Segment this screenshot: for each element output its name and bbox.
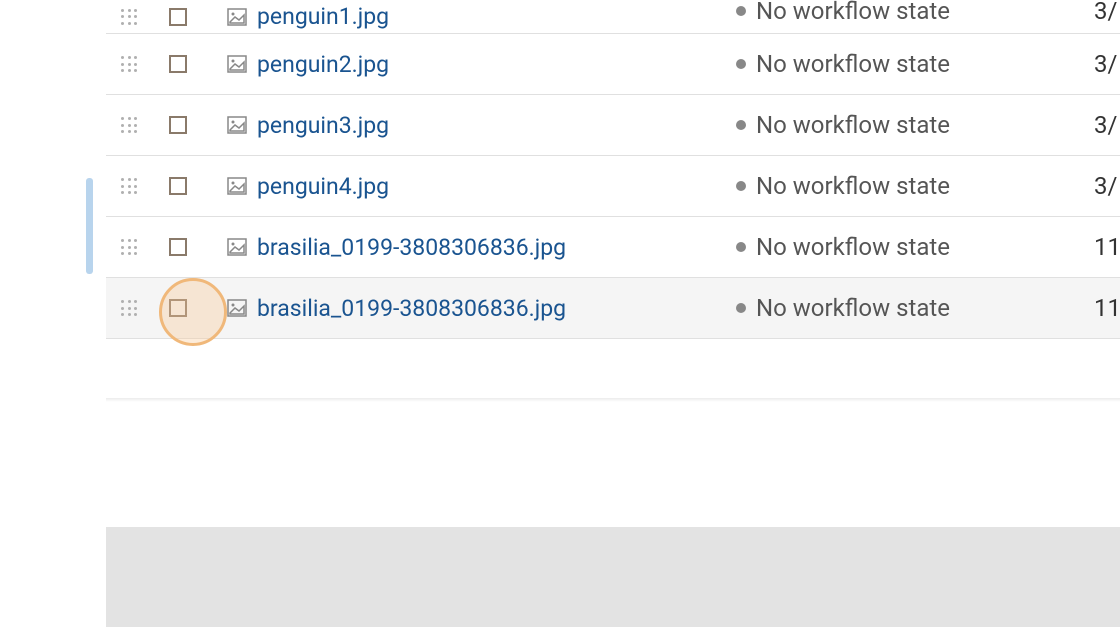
filename-link[interactable]: brasilia_0199-3808306836.jpg	[257, 295, 1120, 322]
table-row[interactable]: brasilia_0199-3808306836.jpg No workflow…	[106, 278, 1120, 339]
date-cell: 3/	[1094, 172, 1117, 200]
workflow-cell: No workflow state	[736, 172, 950, 200]
filename-link[interactable]: penguin1.jpg	[257, 3, 1120, 30]
workflow-cell: No workflow state	[736, 0, 950, 25]
row-checkbox[interactable]	[169, 177, 187, 195]
workflow-status-dot-icon	[736, 59, 746, 69]
table-row[interactable]: penguin2.jpg No workflow state 3/	[106, 34, 1120, 95]
date-cell: 11	[1094, 294, 1120, 322]
row-checkbox[interactable]	[169, 116, 187, 134]
row-checkbox[interactable]	[169, 55, 187, 73]
drag-handle-icon[interactable]	[121, 178, 137, 194]
workflow-status-text: No workflow state	[756, 233, 950, 261]
drag-handle-icon[interactable]	[121, 239, 137, 255]
date-cell: 3/	[1094, 50, 1117, 78]
drag-handle-icon[interactable]	[121, 117, 137, 133]
table-row[interactable]: brasilia_0199-3808306836.jpg No workflow…	[106, 217, 1120, 278]
row-checkbox[interactable]	[169, 8, 187, 26]
date-cell: 3/	[1094, 0, 1117, 25]
workflow-status-dot-icon	[736, 181, 746, 191]
workflow-status-dot-icon	[736, 6, 746, 16]
workflow-status-dot-icon	[736, 120, 746, 130]
image-file-icon	[227, 116, 247, 134]
footer-bar	[106, 527, 1120, 627]
file-table: penguin1.jpg No workflow state 3/ pengui…	[106, 0, 1120, 339]
image-file-icon	[227, 238, 247, 256]
workflow-cell: No workflow state	[736, 50, 950, 78]
row-checkbox[interactable]	[169, 299, 187, 317]
filename-link[interactable]: brasilia_0199-3808306836.jpg	[257, 234, 1120, 261]
workflow-cell: No workflow state	[736, 233, 950, 261]
workflow-status-text: No workflow state	[756, 111, 950, 139]
workflow-status-text: No workflow state	[756, 0, 950, 25]
workflow-cell: No workflow state	[736, 111, 950, 139]
image-file-icon	[227, 8, 247, 26]
workflow-status-text: No workflow state	[756, 172, 950, 200]
drag-handle-icon[interactable]	[121, 56, 137, 72]
drag-handle-icon[interactable]	[121, 300, 137, 316]
date-cell: 3/	[1094, 111, 1117, 139]
image-file-icon	[227, 299, 247, 317]
workflow-cell: No workflow state	[736, 294, 950, 322]
image-file-icon	[227, 55, 247, 73]
table-bottom-shadow	[106, 398, 1120, 402]
workflow-status-dot-icon	[736, 242, 746, 252]
image-file-icon	[227, 177, 247, 195]
workflow-status-dot-icon	[736, 303, 746, 313]
row-checkbox[interactable]	[169, 238, 187, 256]
table-row[interactable]: penguin4.jpg No workflow state 3/	[106, 156, 1120, 217]
filename-link[interactable]: penguin4.jpg	[257, 173, 1120, 200]
filename-link[interactable]: penguin3.jpg	[257, 112, 1120, 139]
workflow-status-text: No workflow state	[756, 294, 950, 322]
table-row[interactable]: penguin1.jpg No workflow state 3/	[106, 0, 1120, 34]
filename-link[interactable]: penguin2.jpg	[257, 51, 1120, 78]
workflow-status-text: No workflow state	[756, 50, 950, 78]
table-row[interactable]: penguin3.jpg No workflow state 3/	[106, 95, 1120, 156]
drag-handle-icon[interactable]	[121, 9, 137, 25]
side-scroll-indicator	[86, 178, 93, 274]
date-cell: 11	[1094, 233, 1120, 261]
